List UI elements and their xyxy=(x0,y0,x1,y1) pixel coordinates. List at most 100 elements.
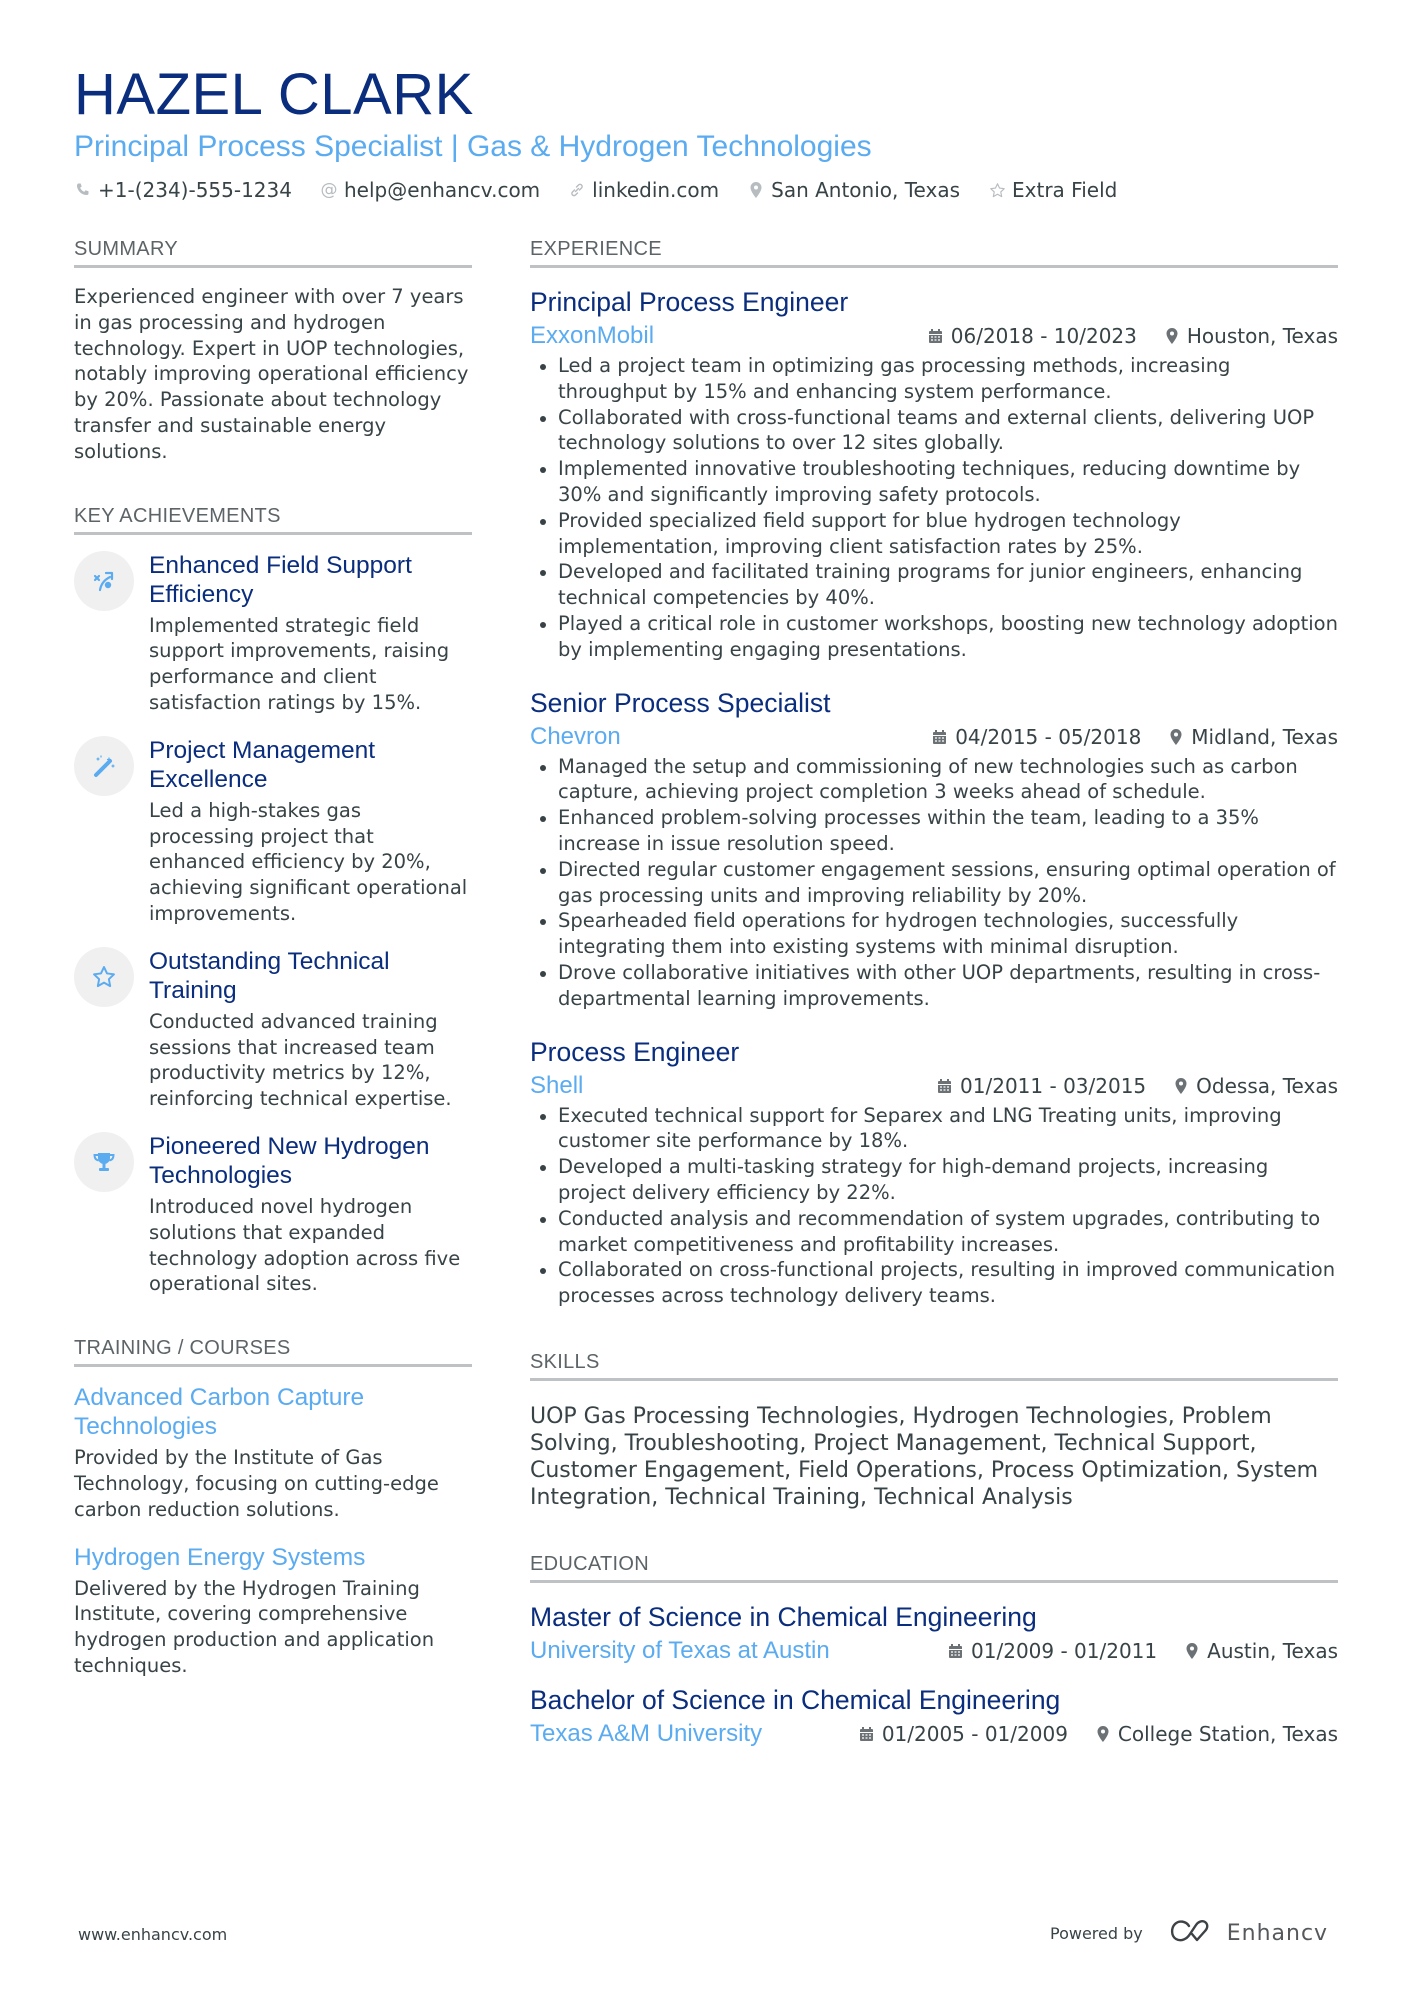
phone-icon xyxy=(74,182,92,198)
calendar-icon xyxy=(928,328,943,344)
experience-section: EXPERIENCE Principal Process Engineer Ex… xyxy=(530,236,1338,1309)
trophy-icon xyxy=(74,1131,134,1192)
bullet-item: Enhanced problem-solving processes withi… xyxy=(530,805,1338,857)
training-heading: TRAINING / COURSES xyxy=(74,1335,472,1368)
job-bullets: Managed the setup and commissioning of n… xyxy=(530,754,1338,1012)
experience-heading: EXPERIENCE xyxy=(530,236,1338,268)
contact-linkedin-text: linkedin.com xyxy=(592,178,720,202)
job-bullets: Executed technical support for Separex a… xyxy=(530,1103,1338,1309)
job-entry: Senior Process Specialist Chevron 04/201… xyxy=(530,687,1338,1012)
link-icon xyxy=(568,182,586,198)
bullet-item: Implemented innovative troubleshooting t… xyxy=(530,456,1338,508)
achievement-item: Enhanced Field Support Efficiency Implem… xyxy=(74,550,472,716)
school-name: Texas A&M University xyxy=(530,1719,763,1747)
skills-heading: SKILLS xyxy=(530,1349,1338,1381)
education-section: EDUCATION Master of Science in Chemical … xyxy=(530,1551,1338,1749)
bullet-item: Conducted analysis and recommendation of… xyxy=(530,1206,1338,1258)
star-icon xyxy=(74,946,134,1007)
education-dates: 01/2005 - 01/2009 xyxy=(859,1722,1068,1746)
skills-text: UOP Gas Processing Technologies, Hydroge… xyxy=(530,1403,1319,1510)
job-dates: 06/2018 - 10/2023 xyxy=(928,324,1137,348)
job-dates: 04/2015 - 05/2018 xyxy=(932,725,1141,749)
bullet-item: Developed and facilitated training progr… xyxy=(530,559,1338,611)
calendar-icon xyxy=(948,1643,963,1659)
job-location: Midland, Texas xyxy=(1169,725,1338,749)
education-location: Austin, Texas xyxy=(1185,1639,1338,1663)
bullet-item: Collaborated on cross-functional project… xyxy=(530,1257,1338,1309)
calendar-icon xyxy=(859,1726,874,1742)
achievement-item: Project Management Excellence Led a high… xyxy=(74,735,472,927)
bullet-item: Executed technical support for Separex a… xyxy=(530,1103,1338,1155)
resume-header: HAZEL CLARK Principal Process Specialist… xyxy=(74,62,1344,202)
contact-email-text: help@enhancv.com xyxy=(343,178,541,202)
training-section: TRAINING / COURSES Advanced Carbon Captu… xyxy=(74,1335,472,1679)
magic-wand-icon xyxy=(74,735,134,796)
education-entry: Master of Science in Chemical Engineerin… xyxy=(530,1601,1338,1666)
job-dates-text: 01/2011 - 03/2015 xyxy=(960,1073,1147,1098)
contact-extra: Extra Field xyxy=(988,178,1117,202)
contact-phone-text: +1-(234)-555-1234 xyxy=(98,178,292,202)
enhancv-logo-icon xyxy=(1169,1918,1215,1948)
achievement-title: Enhanced Field Support Efficiency xyxy=(149,551,412,608)
bullet-item: Developed a multi-tasking strategy for h… xyxy=(530,1154,1338,1206)
company-name: Chevron xyxy=(530,722,621,750)
contact-location: San Antonio, Texas xyxy=(747,178,960,202)
job-location-text: Odessa, Texas xyxy=(1196,1073,1338,1098)
footer-branding: Powered by Enhancv xyxy=(1050,1918,1328,1948)
candidate-title: Principal Process Specialist | Gas & Hyd… xyxy=(74,130,872,163)
achievement-title: Outstanding Technical Training xyxy=(149,947,390,1004)
location-icon xyxy=(747,181,765,199)
bullet-item: Played a critical role in customer works… xyxy=(530,611,1338,663)
course-title: Hydrogen Energy Systems xyxy=(74,1543,366,1571)
degree-title: Bachelor of Science in Chemical Engineer… xyxy=(530,1684,1061,1715)
contact-row: +1-(234)-555-1234 @ help@enhancv.com lin… xyxy=(74,178,1344,202)
degree-title: Master of Science in Chemical Engineerin… xyxy=(530,1601,1037,1632)
contact-email[interactable]: @ help@enhancv.com xyxy=(320,178,540,202)
contact-phone[interactable]: +1-(234)-555-1234 xyxy=(74,178,292,202)
education-location-text: College Station, Texas xyxy=(1117,1721,1338,1746)
achievement-title: Pioneered New Hydrogen Technologies xyxy=(149,1132,430,1189)
course-title: Advanced Carbon Capture Technologies xyxy=(74,1384,365,1441)
job-title: Principal Process Engineer xyxy=(530,287,849,317)
contact-linkedin[interactable]: linkedin.com xyxy=(568,178,719,202)
education-dates-text: 01/2005 - 01/2009 xyxy=(881,1721,1068,1746)
course-item: Hydrogen Energy Systems Delivered by the… xyxy=(74,1543,472,1679)
company-name: Shell xyxy=(530,1071,584,1099)
job-location: Odessa, Texas xyxy=(1174,1074,1338,1098)
brand-name: Enhancv xyxy=(1226,1920,1329,1946)
star-icon xyxy=(988,182,1006,199)
job-dates-text: 06/2018 - 10/2023 xyxy=(950,324,1137,348)
strategy-icon xyxy=(74,550,134,611)
footer-website[interactable]: www.enhancv.com xyxy=(78,1925,227,1944)
job-dates-text: 04/2015 - 05/2018 xyxy=(955,724,1142,749)
job-entry: Principal Process Engineer ExxonMobil 06… xyxy=(530,286,1338,663)
job-location: Houston, Texas xyxy=(1165,324,1338,348)
achievements-heading: KEY ACHIEVEMENTS xyxy=(74,503,472,535)
summary-section: SUMMARY Experienced engineer with over 7… xyxy=(74,236,472,465)
job-location-text: Midland, Texas xyxy=(1191,724,1338,749)
location-icon xyxy=(1169,728,1183,746)
bullet-item: Spearheaded field operations for hydroge… xyxy=(530,908,1338,960)
school-name: University of Texas at Austin xyxy=(530,1636,830,1664)
achievement-description: Led a high-stakes gas processing project… xyxy=(149,798,468,925)
education-location: College Station, Texas xyxy=(1096,1722,1338,1746)
bullet-item: Drove collaborative initiatives with oth… xyxy=(530,960,1338,1012)
bullet-item: Managed the setup and commissioning of n… xyxy=(530,754,1338,806)
education-dates: 01/2009 - 01/2011 xyxy=(948,1639,1157,1663)
bullet-item: Collaborated with cross-functional teams… xyxy=(530,405,1338,457)
education-dates-text: 01/2009 - 01/2011 xyxy=(971,1638,1158,1663)
course-description: Provided by the Institute of Gas Technol… xyxy=(74,1446,439,1521)
education-entry: Bachelor of Science in Chemical Engineer… xyxy=(530,1684,1338,1749)
job-bullets: Led a project team in optimizing gas pro… xyxy=(530,353,1338,663)
summary-text: Experienced engineer with over 7 years i… xyxy=(74,285,469,463)
course-item: Advanced Carbon Capture Technologies Pro… xyxy=(74,1383,472,1522)
candidate-name: HAZEL CLARK xyxy=(74,62,474,127)
achievement-description: Implemented strategic field support impr… xyxy=(149,613,450,714)
skills-section: SKILLS UOP Gas Processing Technologies, … xyxy=(530,1349,1338,1511)
job-title: Senior Process Specialist xyxy=(530,687,831,718)
powered-by-label: Powered by xyxy=(1050,1923,1143,1943)
education-location-text: Austin, Texas xyxy=(1207,1638,1338,1663)
job-location-text: Houston, Texas xyxy=(1186,324,1338,348)
contact-location-text: San Antonio, Texas xyxy=(771,178,961,202)
location-icon xyxy=(1165,327,1179,345)
